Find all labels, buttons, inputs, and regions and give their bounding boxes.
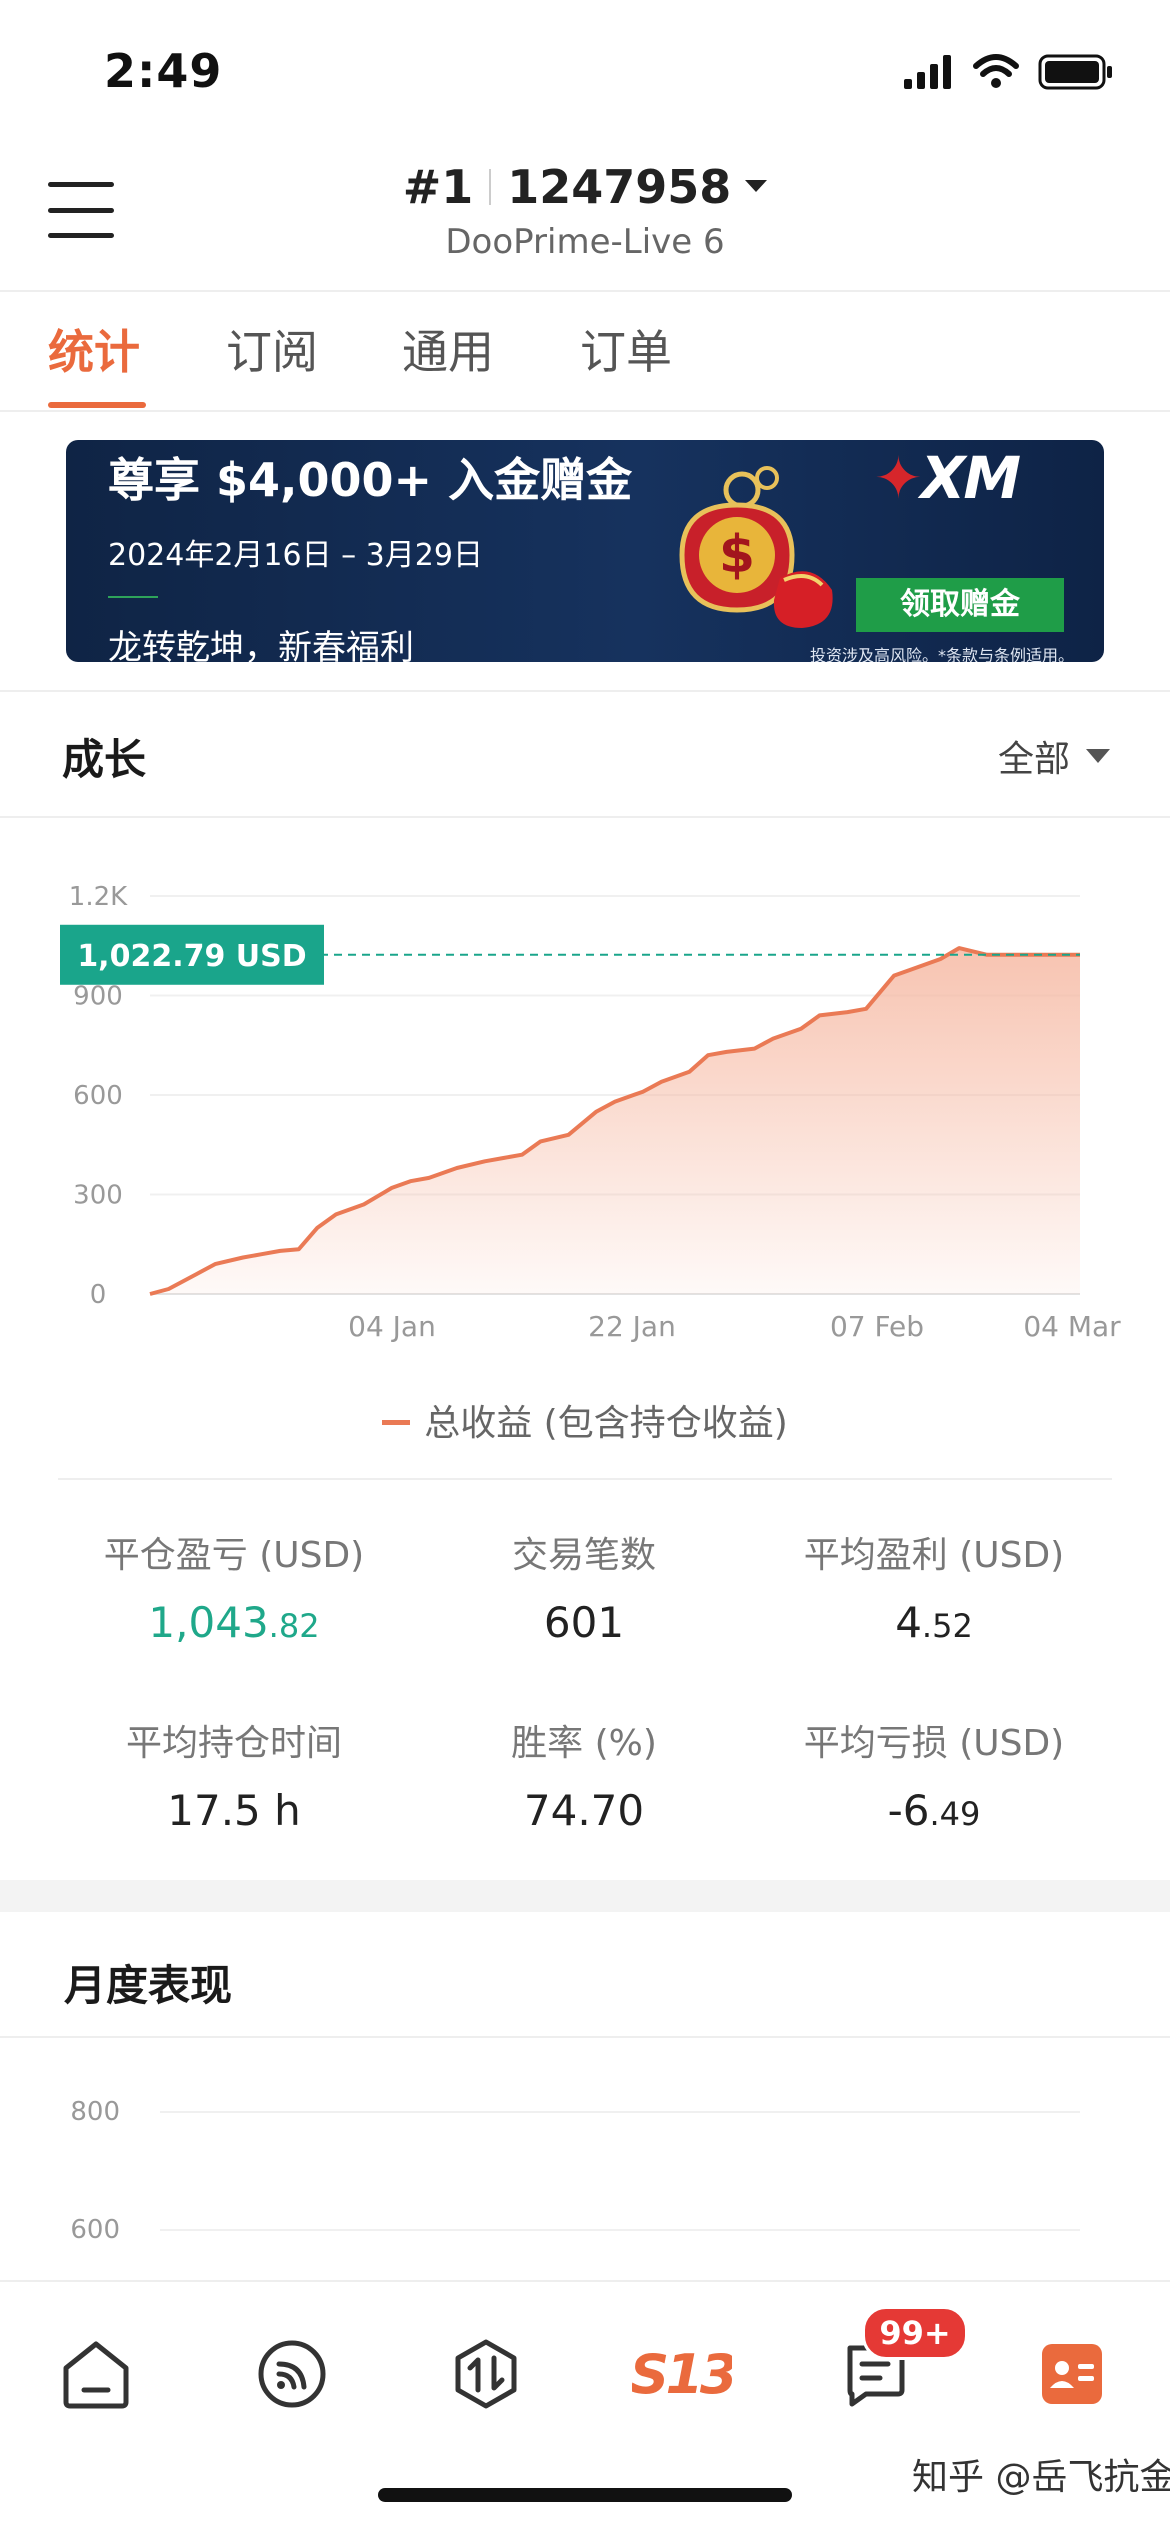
stats-divider	[58, 1478, 1112, 1480]
notification-badge: 99+	[862, 2306, 968, 2360]
stat-value: 17.5 h	[167, 1786, 301, 1835]
ytick-label: 1.2K	[69, 882, 128, 912]
growth-chart[interactable]: 0 300 600 900 1.2K 04 Jan 22 Jan 07 Feb 04 Mar 1,…	[0, 830, 1170, 1370]
dollar-lucky-bag-icon: $	[679, 466, 833, 628]
stat-label: 交易笔数	[511, 1535, 656, 1576]
section-divider	[0, 2036, 1170, 2038]
banner-slogan: 龙转乾坤，新春福利	[108, 628, 414, 662]
legend-swatch	[382, 1419, 411, 1425]
stat-win-rate: 胜率 (%) 74.70	[404, 1714, 764, 1835]
series-area	[150, 948, 1080, 1294]
server-name: DooPrime-Live 6	[445, 222, 725, 262]
tab-stats[interactable]: 统计	[48, 316, 140, 382]
ytick-label: 600	[73, 1081, 123, 1111]
tab-orders[interactable]: 订单	[580, 316, 672, 382]
growth-title: 成长	[62, 735, 147, 784]
nav-profile[interactable]	[1022, 2324, 1122, 2424]
battery-icon	[1038, 54, 1112, 90]
monthly-ytick-label: 600	[70, 2215, 120, 2245]
account-id: 1247958	[507, 160, 732, 214]
stat-value: 601	[543, 1598, 625, 1647]
stat-label: 平均盈利 (USD)	[803, 1535, 1065, 1576]
chevron-down-icon	[745, 179, 768, 192]
svg-text:S13: S13	[632, 2342, 732, 2406]
watermark: 知乎 @岳飞抗金	[912, 2457, 1170, 2498]
stat-avg-hold-time: 平均持仓时间 17.5 h	[54, 1714, 414, 1835]
stat-trade-count: 交易笔数 601	[404, 1526, 764, 1647]
chevron-down-icon	[1086, 749, 1110, 763]
svg-text:$: $	[719, 525, 755, 585]
home-icon	[63, 2341, 129, 2409]
stat-label: 胜率 (%)	[511, 1723, 657, 1764]
stat-value: -6.49	[887, 1786, 981, 1835]
nav-home[interactable]	[46, 2324, 146, 2424]
section-divider	[0, 816, 1170, 818]
stat-value: 4.52	[895, 1598, 973, 1647]
stat-value: 74.70	[523, 1786, 645, 1835]
section-spacer	[0, 1880, 1170, 1912]
profile-card-icon	[1042, 2344, 1102, 2404]
nav-s13[interactable]: S13	[632, 2324, 732, 2424]
banner-title: 尊享 $4,000+ 入金赠金	[108, 453, 633, 507]
ytick-label: 0	[90, 1280, 107, 1310]
banner-date: 2024年2月16日 – 3月29日	[108, 538, 483, 573]
account-divider	[489, 168, 492, 205]
ytick-label: 900	[73, 982, 123, 1012]
cellular-signal-icon	[904, 55, 951, 89]
tab-bar: 统计 订阅 通用 订单	[0, 292, 1170, 408]
s13-logo: S13	[632, 2342, 732, 2406]
banner-divider	[108, 596, 158, 598]
xtick-label: 04 Mar	[1023, 1310, 1121, 1343]
trade-icon	[455, 2339, 517, 2409]
xm-logo: ✦XM	[874, 444, 1021, 512]
range-value: 全部	[997, 739, 1070, 780]
feed-icon	[258, 2340, 326, 2408]
nav-trade[interactable]	[436, 2324, 536, 2424]
stat-label: 平仓盈亏 (USD)	[103, 1535, 365, 1576]
claim-bonus-button[interactable]: 领取赠金	[856, 578, 1064, 632]
tabs-divider	[0, 410, 1170, 412]
account-selector[interactable]: #1 1247958	[0, 160, 1170, 214]
monthly-title: 月度表现	[64, 1961, 233, 2010]
nav-feed[interactable]	[242, 2324, 342, 2424]
stat-label: 平均持仓时间	[125, 1723, 342, 1764]
section-divider	[0, 690, 1170, 692]
monthly-chart: 800 600	[70, 2097, 1080, 2245]
xtick-label: 22 Jan	[588, 1310, 676, 1343]
stat-closed-pnl: 平仓盈亏 (USD) 1,043.82	[54, 1526, 414, 1647]
wifi-icon	[973, 54, 1019, 88]
status-time: 2:49	[104, 44, 223, 98]
monthly-ytick-label: 800	[70, 2097, 120, 2127]
xtick-label: 04 Jan	[348, 1310, 436, 1343]
stat-label: 平均亏损 (USD)	[803, 1723, 1065, 1764]
tab-subscribe[interactable]: 订阅	[226, 316, 318, 382]
home-indicator[interactable]	[378, 2488, 792, 2502]
status-icons	[904, 52, 1114, 92]
current-value-label: 1,022.79 USD	[77, 939, 306, 974]
stat-avg-profit: 平均盈利 (USD) 4.52	[754, 1526, 1114, 1647]
banner-disclaimer: 投资涉及高风险。*条款与条例适用。	[810, 646, 1075, 662]
stat-avg-loss: 平均亏损 (USD) -6.49	[754, 1714, 1114, 1835]
stat-value: 1,043.82	[148, 1598, 320, 1647]
active-tab-indicator	[48, 402, 146, 408]
ytick-label: 300	[73, 1181, 123, 1211]
chart-legend: 总收益 (包含持仓收益)	[0, 1394, 1170, 1446]
xtick-label: 07 Feb	[830, 1310, 924, 1343]
legend-label: 总收益 (包含持仓收益)	[424, 1403, 788, 1444]
range-dropdown[interactable]: 全部	[998, 730, 1110, 782]
tab-general[interactable]: 通用	[402, 316, 494, 382]
promo-banner[interactable]: 尊享 $4,000+ 入金赠金 2024年2月16日 – 3月29日 龙转乾坤，…	[66, 440, 1104, 662]
account-number: #1	[402, 160, 474, 214]
